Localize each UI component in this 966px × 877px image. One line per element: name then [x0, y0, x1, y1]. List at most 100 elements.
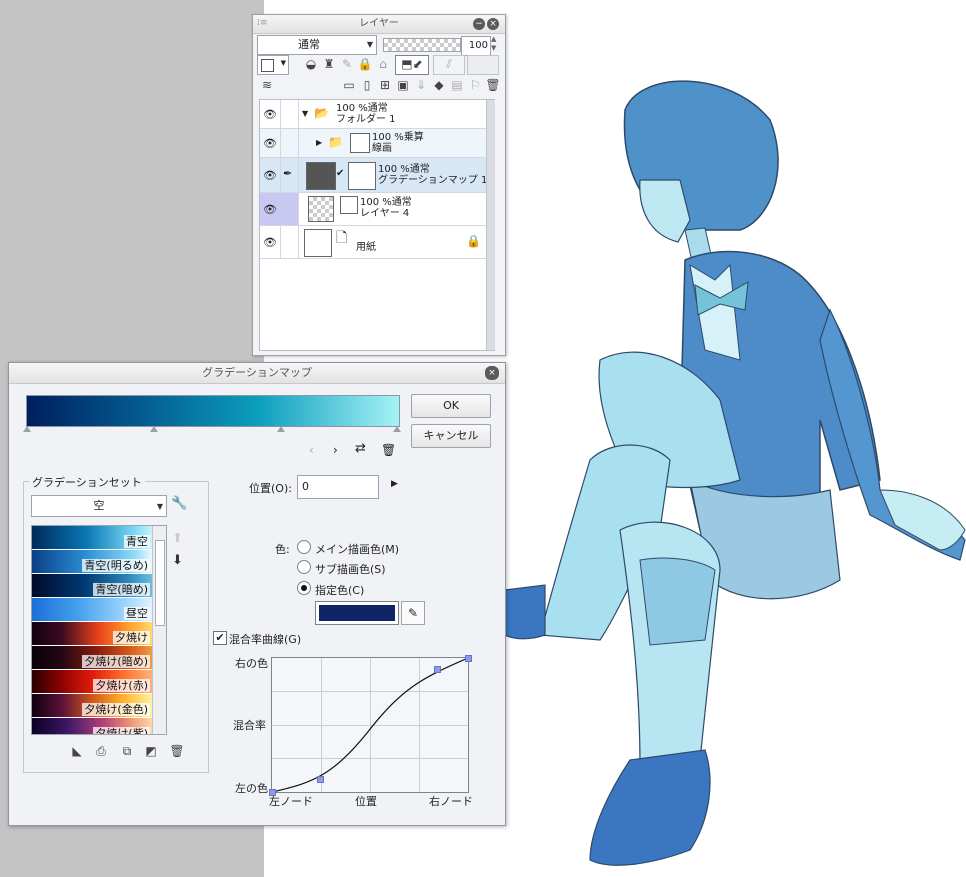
- layer-row-folder[interactable]: 👁 ▼ 📂 100 %通常 フォルダー 1: [260, 100, 494, 129]
- apply-mask-icon[interactable]: ⚐: [467, 77, 483, 93]
- mix-curve-graph[interactable]: [269, 655, 472, 796]
- trash-icon[interactable]: 🗑: [485, 77, 501, 93]
- dialog-title: グラデーションマップ: [9, 363, 505, 384]
- preset-scrollbar[interactable]: [152, 526, 166, 734]
- draft-icon[interactable]: ✎: [339, 56, 355, 72]
- gradient-set-select[interactable]: 空 ▼: [31, 495, 167, 517]
- lock-transparent-icon[interactable]: ⌂: [375, 56, 391, 72]
- layer-row-layer4[interactable]: 👁 100 %通常 レイヤー 4: [260, 193, 494, 226]
- graph-mix-rate-label: 混合率: [233, 719, 266, 732]
- cancel-button[interactable]: キャンセル: [411, 424, 491, 448]
- move-down-icon[interactable]: ⬇: [172, 553, 183, 568]
- curve-checkbox[interactable]: ✔: [213, 631, 227, 645]
- eye-icon[interactable]: 👁: [263, 169, 277, 182]
- radio-specified-color[interactable]: [297, 581, 311, 595]
- eye-icon[interactable]: 👁: [263, 236, 277, 249]
- reference-layer-icon[interactable]: ⫽: [433, 55, 465, 75]
- color-swatch-empty[interactable]: [467, 55, 499, 75]
- preset-item[interactable]: 夕焼け(紫): [32, 718, 152, 734]
- gradient-node[interactable]: [277, 426, 285, 432]
- prev-node-icon[interactable]: ‹: [309, 443, 314, 457]
- ok-button[interactable]: OK: [411, 394, 491, 418]
- curve-point[interactable]: [434, 666, 441, 673]
- expand-down-icon[interactable]: ▼: [302, 109, 308, 118]
- position-input[interactable]: 0: [297, 475, 379, 499]
- transfer-icon[interactable]: ▣: [395, 77, 411, 93]
- eye-icon[interactable]: 👁: [263, 137, 277, 150]
- close-icon[interactable]: ×: [485, 366, 499, 380]
- gradient-map-dialog: グラデーションマップ × OK キャンセル ‹ › ⇄ 🗑 グラデーションセット…: [8, 362, 506, 826]
- next-node-icon[interactable]: ›: [333, 443, 338, 457]
- merge-down-icon[interactable]: ⇓: [413, 77, 429, 93]
- lock-icon[interactable]: 🔒: [466, 234, 481, 248]
- radio-specified-label: 指定色(C): [315, 584, 365, 597]
- trash-icon[interactable]: 🗑: [169, 743, 185, 759]
- curve-checkbox-label: 混合率曲線(G): [229, 633, 302, 646]
- expand-right-icon[interactable]: ▶: [316, 138, 322, 147]
- radio-main-color[interactable]: [297, 540, 311, 554]
- paper-icon: 🗋: [336, 230, 348, 246]
- curve-point[interactable]: [317, 776, 324, 783]
- new-raster-layer-icon[interactable]: ▭: [341, 77, 357, 93]
- specified-color-swatch[interactable]: [315, 601, 399, 625]
- move-up-icon[interactable]: ⬆: [172, 531, 183, 546]
- radio-sub-label: サブ描画色(S): [315, 563, 386, 576]
- opacity-field[interactable]: 100: [461, 36, 491, 56]
- gradient-set-value: 空: [93, 499, 105, 512]
- mask-add-icon[interactable]: ▤: [449, 77, 465, 93]
- layers-stack-icon[interactable]: ≋: [259, 77, 275, 93]
- layer-color-select[interactable]: ▼: [257, 55, 289, 75]
- register-icon[interactable]: ◩: [143, 743, 159, 759]
- graph-position-label: 位置: [355, 795, 377, 808]
- layer-row-gradient-map[interactable]: 👁 ✒ ✔ 100 %通常 グラデーションマップ 1: [260, 158, 494, 193]
- duplicate-icon[interactable]: ⧉: [119, 743, 135, 759]
- add-gradient-icon[interactable]: ◣: [69, 743, 85, 759]
- chevron-down-icon: ▼: [156, 502, 163, 511]
- lock-icon[interactable]: 🔒: [357, 56, 373, 72]
- opacity-slider[interactable]: [383, 38, 461, 52]
- layer-list-scrollbar[interactable]: [486, 100, 495, 350]
- layer-panel-title: レイヤー: [253, 15, 505, 34]
- layer-thumbnail: [308, 196, 334, 222]
- gradient-node-left[interactable]: [23, 426, 31, 432]
- open-folder-icon: 📂: [314, 106, 329, 120]
- curve-point[interactable]: [465, 655, 472, 662]
- flip-gradient-icon[interactable]: ⇄: [355, 441, 366, 456]
- preset-item[interactable]: 夕焼け(赤): [32, 670, 152, 694]
- preset-item[interactable]: 青空(暗め): [32, 574, 152, 598]
- preset-item[interactable]: 青空(明るめ): [32, 550, 152, 574]
- eye-icon[interactable]: 👁: [263, 108, 277, 121]
- preset-item[interactable]: 青空: [32, 526, 152, 550]
- layer-row-paper[interactable]: 👁 🗋 用紙 🔒: [260, 226, 494, 259]
- minimize-icon[interactable]: −: [473, 18, 485, 30]
- merge-visible-icon[interactable]: ◆: [431, 77, 447, 93]
- preset-item[interactable]: 昼空: [32, 598, 152, 622]
- wrench-icon[interactable]: 🔧: [171, 496, 187, 511]
- reference-icon[interactable]: ♜: [321, 56, 337, 72]
- new-folder-icon[interactable]: ⊞: [377, 77, 393, 93]
- preset-item[interactable]: 夕焼け: [32, 622, 152, 646]
- opacity-stepper[interactable]: ▲ ▼: [491, 35, 496, 53]
- gradient-node[interactable]: [150, 426, 158, 432]
- blend-mode-select[interactable]: 通常 ▼: [257, 35, 377, 55]
- layer-list: 👁 ▼ 📂 100 %通常 フォルダー 1 👁 ▶ 📁 100 %乗算 線画 👁 ✒…: [259, 99, 495, 351]
- preset-item[interactable]: 夕焼け(金色): [32, 694, 152, 718]
- clip-icon[interactable]: ⬒⬋: [395, 55, 429, 75]
- eye-icon[interactable]: 👁: [263, 203, 277, 216]
- radio-sub-color[interactable]: [297, 560, 311, 574]
- panel-grip-icon[interactable]: ⁞≡: [257, 18, 267, 28]
- chevron-right-icon[interactable]: ▶: [391, 479, 398, 489]
- preset-item[interactable]: 夕焼け(暗め): [32, 646, 152, 670]
- close-icon[interactable]: ×: [487, 18, 499, 30]
- color-label: 色:: [275, 543, 290, 556]
- layer-name: 100 %通常 フォルダー 1: [336, 103, 396, 125]
- new-vector-layer-icon[interactable]: ▯: [359, 77, 375, 93]
- import-icon[interactable]: ⎙: [93, 743, 109, 759]
- chevron-down-icon: ▼: [366, 40, 373, 49]
- eyedropper-icon[interactable]: ✎: [401, 601, 425, 625]
- mask-icon[interactable]: ◒: [303, 56, 319, 72]
- layer-row-lineart[interactable]: 👁 ▶ 📁 100 %乗算 線画: [260, 129, 494, 158]
- gradient-preview-bar[interactable]: [26, 395, 400, 427]
- gradient-node-right[interactable]: [393, 426, 401, 432]
- delete-node-icon[interactable]: 🗑: [381, 443, 396, 457]
